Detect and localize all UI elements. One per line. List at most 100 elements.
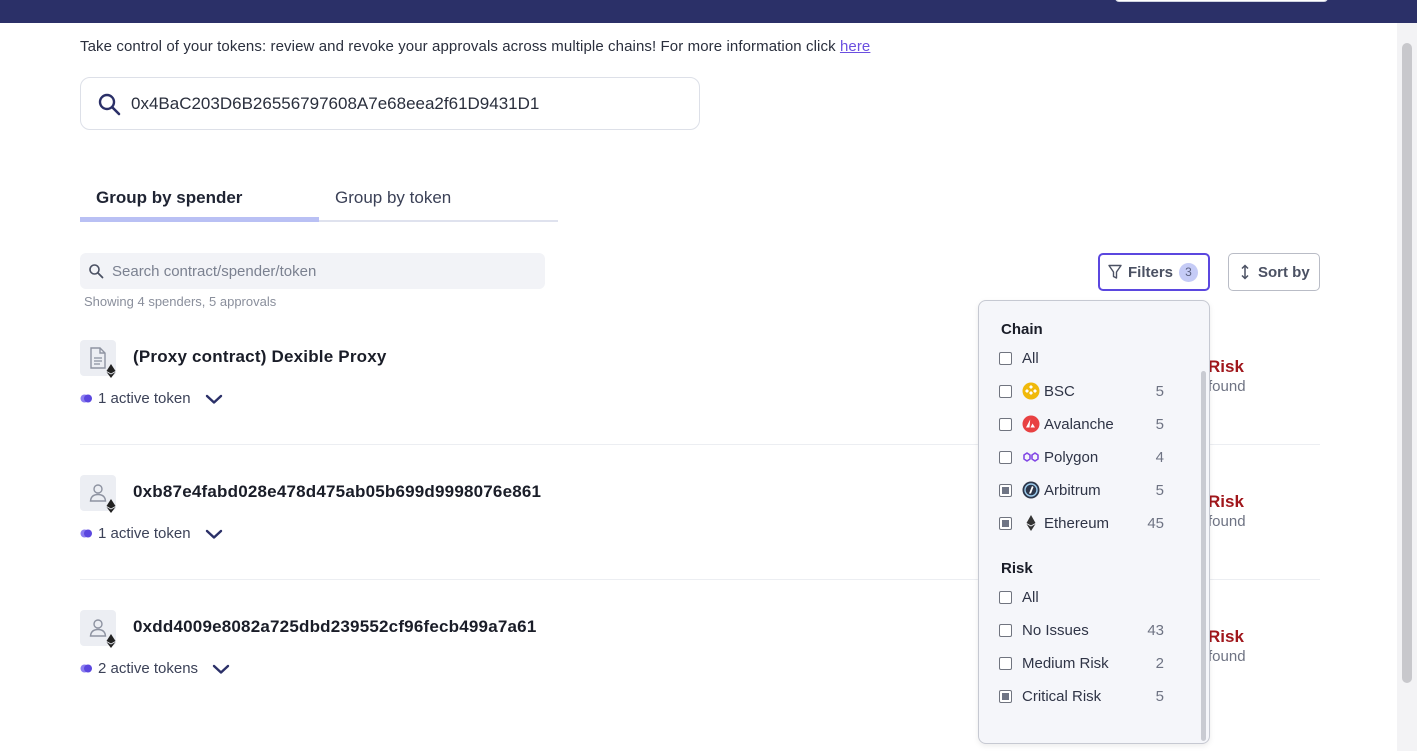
spender-avatar [80, 610, 116, 648]
risk-filter-medium[interactable]: Medium Risk 2 [999, 653, 1164, 673]
showing-count: Showing 4 spenders, 5 approvals [84, 294, 277, 309]
active-tokens-toggle[interactable]: 1 active token [80, 390, 223, 407]
filters-button[interactable]: Filters 3 [1098, 253, 1210, 291]
risk-label: Risk [1208, 627, 1244, 646]
risk-count: 2 [1155, 654, 1164, 672]
active-tokens-toggle[interactable]: 2 active tokens [80, 660, 230, 677]
chain-section-title: Chain [1001, 321, 1043, 338]
intro-text: Take control of your tokens: review and … [80, 38, 871, 55]
risk-filter-no-issues[interactable]: No Issues 43 [999, 620, 1164, 640]
checkbox[interactable] [999, 351, 1012, 365]
polygon-icon [1023, 452, 1039, 462]
person-icon [89, 484, 107, 502]
page-scrollbar[interactable] [1397, 23, 1417, 751]
document-icon [90, 347, 106, 369]
risk-count: 5 [1155, 687, 1164, 705]
ethereum-icon [1026, 515, 1036, 531]
active-tokens-label: 2 active tokens [98, 660, 199, 677]
filter-icon [1108, 264, 1122, 279]
bsc-icon [1022, 382, 1040, 400]
spender-name[interactable]: 0xdd4009e8082a725dbd239552cf96fecb499a7a… [133, 617, 536, 637]
ethereum-icon [106, 364, 116, 378]
active-tokens-toggle[interactable]: 1 active token [80, 525, 223, 542]
risk-count: 43 [1147, 621, 1164, 639]
active-tokens-label: 1 active token [98, 525, 191, 542]
search-icon [98, 93, 121, 115]
chain-count: 4 [1155, 448, 1164, 466]
chevron-down-icon[interactable] [212, 663, 230, 675]
chain-label: Arbitrum [1044, 481, 1101, 499]
dropdown-scrollbar[interactable] [1201, 371, 1206, 741]
chain-filter-arbitrum[interactable]: Arbitrum 5 [999, 480, 1164, 500]
checkbox[interactable] [999, 656, 1012, 670]
avalanche-icon [1022, 415, 1040, 433]
checkbox[interactable] [999, 450, 1012, 464]
chain-label: Polygon [1044, 448, 1099, 466]
chain-count: 45 [1147, 514, 1164, 532]
group-tabs: Group by spender Group by token [80, 178, 558, 222]
risk-found-label: found [1208, 648, 1246, 665]
chain-filter-polygon[interactable]: Polygon 4 [999, 447, 1164, 467]
chain-label: BSC [1044, 382, 1075, 400]
connect-wallet-button[interactable] [1115, 0, 1328, 2]
top-navbar [0, 0, 1417, 23]
tab-group-by-token[interactable]: Group by token [319, 178, 558, 220]
filters-dropdown: Chain All BSC 5 Avalanche 5 Polygon 4 Ar… [978, 300, 1210, 744]
risk-label: Critical Risk [1022, 687, 1102, 705]
risk-label: Medium Risk [1022, 654, 1109, 672]
chain-count: 5 [1155, 415, 1164, 433]
ethereum-icon [106, 499, 116, 513]
chain-count: 5 [1155, 481, 1164, 499]
spender-avatar [80, 340, 116, 378]
risk-label: Risk [1208, 357, 1244, 376]
chain-filter-bsc[interactable]: BSC 5 [999, 381, 1164, 401]
address-value: 0x4BaC203D6B26556797608A7e68eea2f61D9431… [131, 93, 540, 113]
filters-label: Filters [1128, 263, 1174, 281]
active-dot-icon [80, 394, 92, 403]
filters-count-badge: 3 [1179, 262, 1199, 282]
scrollbar-thumb[interactable] [1402, 43, 1412, 683]
approval-search [80, 253, 545, 289]
chain-filter-ethereum[interactable]: Ethereum 45 [999, 513, 1164, 533]
address-search-box[interactable]: 0x4BaC203D6B26556797608A7e68eea2f61D9431… [80, 77, 700, 130]
sort-label: Sort by [1258, 263, 1310, 281]
chain-filter-avalanche[interactable]: Avalanche 5 [999, 414, 1164, 434]
risk-found-label: found [1208, 513, 1246, 530]
risk-label: No Issues [1022, 621, 1089, 639]
spender-name[interactable]: 0xb87e4fabd028e478d475ab05b699d9998076e8… [133, 482, 541, 502]
chain-label: Ethereum [1044, 514, 1110, 532]
chevron-down-icon[interactable] [205, 393, 223, 405]
risk-filter-critical[interactable]: Critical Risk 5 [999, 686, 1164, 706]
chain-count: 5 [1155, 382, 1164, 400]
tab-group-by-spender[interactable]: Group by spender [80, 178, 319, 222]
spender-avatar [80, 475, 116, 513]
chain-filter-all[interactable]: All [999, 348, 1164, 368]
search-input[interactable] [112, 262, 532, 280]
risk-found-label: found [1208, 378, 1246, 395]
checkbox[interactable] [999, 516, 1012, 530]
checkbox[interactable] [999, 623, 1012, 637]
checkbox[interactable] [999, 483, 1012, 497]
risk-filter-all[interactable]: All [999, 587, 1164, 607]
checkbox[interactable] [999, 689, 1012, 703]
sort-button[interactable]: Sort by [1228, 253, 1320, 291]
checkbox[interactable] [999, 590, 1012, 604]
person-icon [89, 619, 107, 637]
spender-name[interactable]: (Proxy contract) Dexible Proxy [133, 347, 387, 367]
active-tokens-label: 1 active token [98, 390, 191, 407]
chain-label: Avalanche [1044, 415, 1114, 433]
arbitrum-icon [1022, 481, 1040, 499]
checkbox[interactable] [999, 384, 1012, 398]
checkbox[interactable] [999, 417, 1012, 431]
risk-section-title: Risk [1001, 560, 1033, 577]
chevron-down-icon[interactable] [205, 528, 223, 540]
active-dot-icon [80, 529, 92, 538]
active-dot-icon [80, 664, 92, 673]
ethereum-icon [106, 634, 116, 648]
sort-icon [1241, 264, 1249, 280]
search-icon [89, 264, 104, 279]
risk-label: Risk [1208, 492, 1244, 511]
info-link[interactable]: here [840, 38, 870, 55]
risk-label: All [1022, 588, 1039, 606]
chain-label: All [1022, 349, 1039, 367]
